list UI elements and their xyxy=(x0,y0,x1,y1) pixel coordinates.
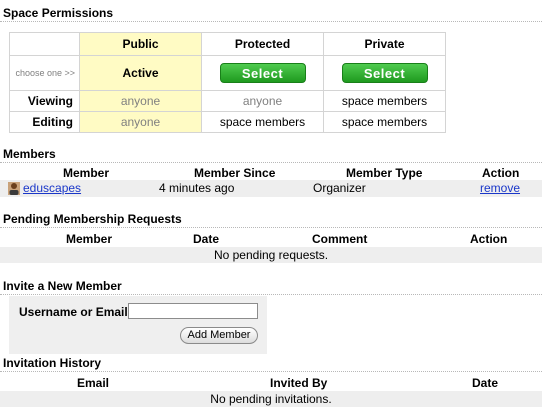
history-col-date: Date xyxy=(472,376,499,390)
editing-public-value: anyone xyxy=(79,111,202,133)
pending-header-row: Member Date Comment Action xyxy=(0,231,542,247)
remove-member-link[interactable]: remove xyxy=(480,181,520,195)
add-member-button[interactable]: Add Member xyxy=(180,327,258,344)
pending-empty-message: No pending requests. xyxy=(0,247,542,263)
user-icon xyxy=(8,182,20,195)
members-col-member: Member xyxy=(63,166,110,180)
corner-cell xyxy=(9,32,80,56)
pending-col-action: Action xyxy=(470,232,508,246)
pending-col-date: Date xyxy=(193,232,220,246)
table-row: eduscapes 4 minutes ago Organizer remove xyxy=(0,180,542,197)
select-private-button[interactable]: Select xyxy=(341,63,428,83)
member-type-value: Organizer xyxy=(313,181,366,195)
invite-form: Username or Email Add Member xyxy=(9,296,267,354)
editing-private-value: space members xyxy=(323,111,446,133)
members-col-action: Action xyxy=(482,166,520,180)
username-email-input[interactable] xyxy=(128,303,258,319)
viewing-public-value: anyone xyxy=(79,90,202,112)
viewing-protected-value: anyone xyxy=(201,90,324,112)
section-title-history: Invitation History xyxy=(0,354,542,372)
history-col-invited-by: Invited By xyxy=(270,376,328,390)
member-since-value: 4 minutes ago xyxy=(159,181,235,195)
history-header-row: Email Invited By Date xyxy=(0,375,542,391)
choose-one-label: choose one >> xyxy=(9,55,80,91)
select-protected-button[interactable]: Select xyxy=(219,63,306,83)
viewing-private-value: space members xyxy=(323,90,446,112)
section-title-permissions: Space Permissions xyxy=(0,4,542,22)
column-header-private: Private xyxy=(323,32,446,56)
history-col-email: Email xyxy=(77,376,110,390)
members-header-row: Member Member Since Member Type Action xyxy=(0,165,542,181)
pending-col-comment: Comment xyxy=(312,232,368,246)
row-label-viewing: Viewing xyxy=(9,90,80,112)
protected-select-cell: Select xyxy=(201,55,324,91)
permissions-table: Public Protected Private choose one >> A… xyxy=(9,32,446,133)
history-empty-message: No pending invitations. xyxy=(0,391,542,407)
private-select-cell: Select xyxy=(323,55,446,91)
column-header-public: Public xyxy=(79,32,202,56)
editing-protected-value: space members xyxy=(201,111,324,133)
column-header-protected: Protected xyxy=(201,32,324,56)
members-col-type: Member Type xyxy=(346,166,423,180)
member-name-link[interactable]: eduscapes xyxy=(23,181,81,195)
members-col-since: Member Since xyxy=(194,166,276,180)
pending-col-member: Member xyxy=(66,232,113,246)
username-email-label: Username or Email xyxy=(19,305,128,319)
section-title-pending: Pending Membership Requests xyxy=(0,210,542,228)
public-active-status: Active xyxy=(79,55,202,91)
row-label-editing: Editing xyxy=(9,111,80,133)
section-title-invite: Invite a New Member xyxy=(0,277,542,295)
section-title-members: Members xyxy=(0,145,542,163)
